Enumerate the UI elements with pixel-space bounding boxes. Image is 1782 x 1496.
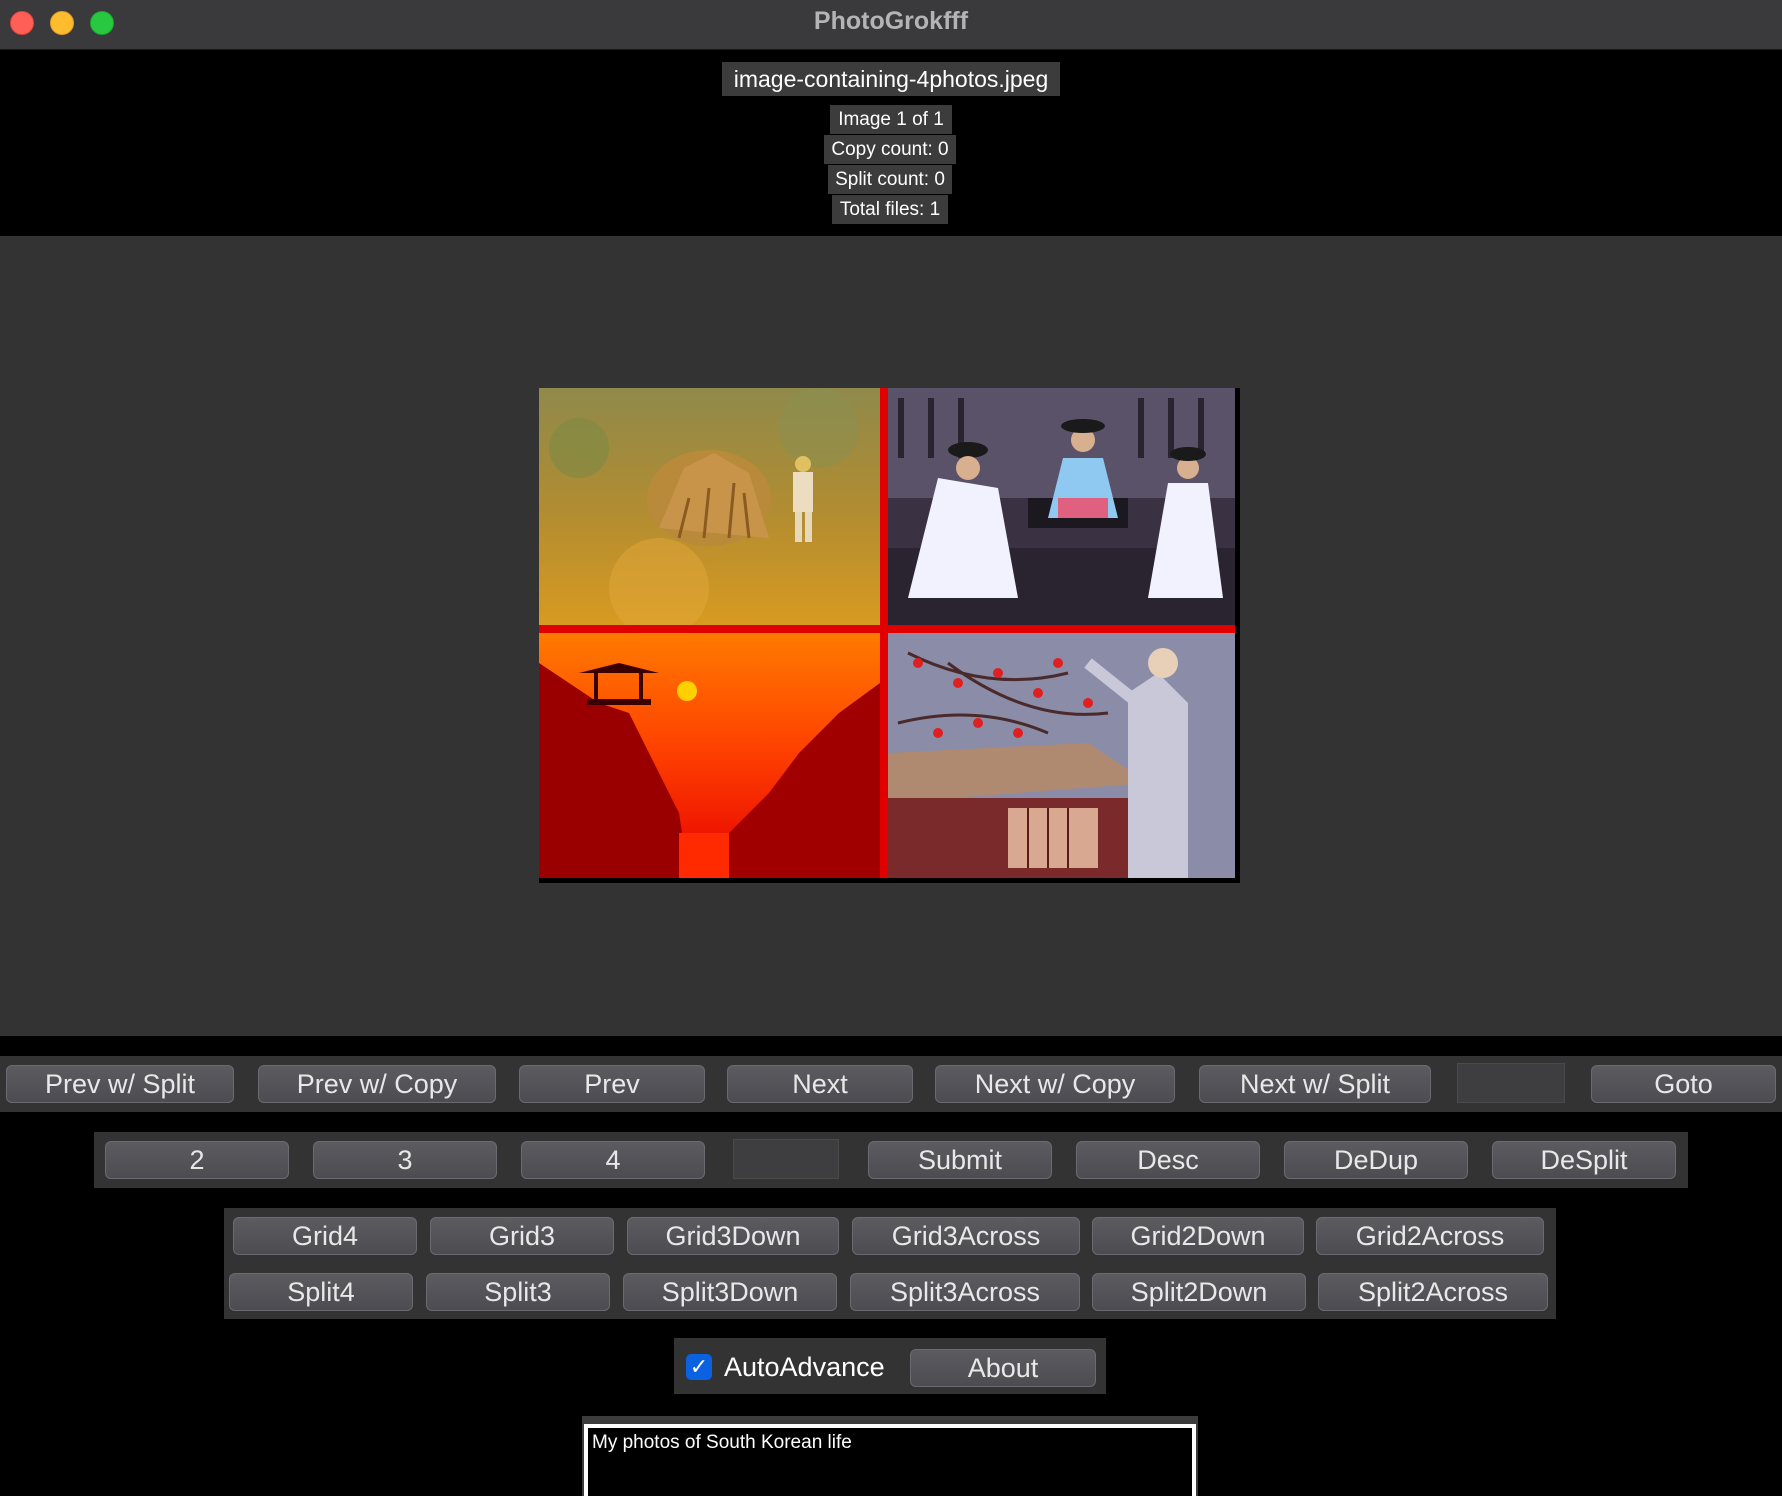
- split-count-toolbar: 2 3 4 Submit Desc DeDup DeSplit: [94, 1132, 1688, 1188]
- photo-farmer-haystack: [539, 388, 880, 625]
- next-with-copy-button[interactable]: Next w/ Copy: [935, 1065, 1175, 1103]
- grid2across-button[interactable]: Grid2Across: [1316, 1217, 1544, 1255]
- goto-index-input[interactable]: [1457, 1063, 1565, 1103]
- prev-with-copy-button[interactable]: Prev w/ Copy: [258, 1065, 496, 1103]
- photo-persimmon-cottage: [888, 633, 1235, 878]
- description-textarea[interactable]: My photos of South Korean life: [584, 1424, 1196, 1496]
- auto-advance-label[interactable]: AutoAdvance: [724, 1350, 885, 1384]
- goto-button[interactable]: Goto: [1591, 1065, 1776, 1103]
- next-button[interactable]: Next: [727, 1065, 913, 1103]
- grid2down-button[interactable]: Grid2Down: [1092, 1217, 1304, 1255]
- split-count-label: Split count: 0: [828, 165, 952, 194]
- grid3down-button[interactable]: Grid3Down: [627, 1217, 839, 1255]
- split-count-input[interactable]: [733, 1139, 839, 1179]
- about-button[interactable]: About: [910, 1349, 1096, 1387]
- prev-button[interactable]: Prev: [519, 1065, 705, 1103]
- grid-divider-horizontal: [539, 625, 1235, 633]
- copy-count-label: Copy count: 0: [824, 135, 956, 164]
- split-three-button[interactable]: 3: [313, 1141, 497, 1179]
- image-viewer: [0, 236, 1782, 1036]
- image-info-header: image-containing-4photos.jpeg Image 1 of…: [0, 50, 1782, 236]
- split-two-button[interactable]: 2: [105, 1141, 289, 1179]
- split3-button[interactable]: Split3: [426, 1273, 610, 1311]
- prev-with-split-button[interactable]: Prev w/ Split: [6, 1065, 234, 1103]
- grid3across-button[interactable]: Grid3Across: [852, 1217, 1080, 1255]
- desc-button[interactable]: Desc: [1076, 1141, 1260, 1179]
- submit-button[interactable]: Submit: [868, 1141, 1052, 1179]
- photo-kneeling-ceremony: [888, 388, 1235, 625]
- split4-button[interactable]: Split4: [229, 1273, 413, 1311]
- split-four-button[interactable]: 4: [521, 1141, 705, 1179]
- options-toolbar: ✓ AutoAdvance About: [674, 1338, 1106, 1394]
- description-panel: My photos of South Korean life: [582, 1416, 1198, 1496]
- grid4-button[interactable]: Grid4: [233, 1217, 417, 1255]
- photo-canvas[interactable]: [539, 388, 1240, 883]
- total-files-label: Total files: 1: [832, 195, 948, 224]
- auto-advance-checkbox[interactable]: ✓: [686, 1354, 712, 1380]
- layout-toolbar: Grid4 Grid3 Grid3Down Grid3Across Grid2D…: [224, 1208, 1556, 1319]
- split3across-button[interactable]: Split3Across: [850, 1273, 1080, 1311]
- navigation-toolbar: Prev w/ Split Prev w/ Copy Prev Next Nex…: [0, 1056, 1782, 1112]
- window-title: PhotoGrokfff: [813, 7, 969, 35]
- split2across-button[interactable]: Split2Across: [1318, 1273, 1548, 1311]
- next-with-split-button[interactable]: Next w/ Split: [1199, 1065, 1431, 1103]
- dedup-button[interactable]: DeDup: [1284, 1141, 1468, 1179]
- grid3-button[interactable]: Grid3: [430, 1217, 614, 1255]
- image-index-label: Image 1 of 1: [830, 105, 952, 134]
- split3down-button[interactable]: Split3Down: [623, 1273, 837, 1311]
- split2down-button[interactable]: Split2Down: [1092, 1273, 1306, 1311]
- filename-label: image-containing-4photos.jpeg: [722, 62, 1060, 96]
- window-titlebar: PhotoGrokfff: [0, 0, 1782, 50]
- desplit-button[interactable]: DeSplit: [1492, 1141, 1676, 1179]
- grid-divider-vertical: [880, 388, 888, 878]
- photo-sunset-pavilion: [539, 633, 880, 878]
